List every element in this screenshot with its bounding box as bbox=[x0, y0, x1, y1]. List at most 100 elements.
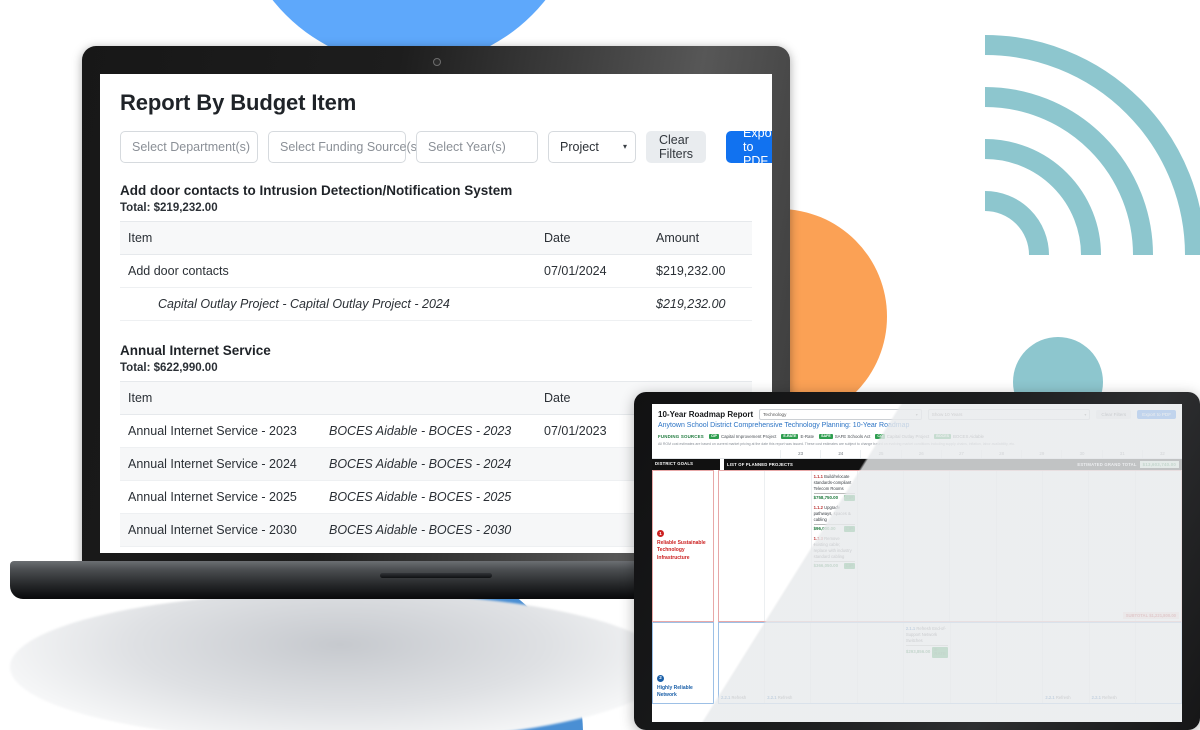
roadmap-goal-rows: 1 Reliable Sustainable Technology Infrast… bbox=[652, 470, 1182, 705]
year-label: 32 bbox=[1141, 450, 1182, 458]
project-cost: $96,000.00 bbox=[813, 526, 836, 532]
cell-date bbox=[536, 447, 648, 481]
roadmap-section-bar: DISTRICT GOALS LIST OF PLANNED PROJECTS … bbox=[652, 458, 1182, 471]
year-cell[interactable] bbox=[810, 623, 856, 704]
funding-sources-legend: FUNDING SOURCES CIP Capital Improvement P… bbox=[652, 433, 1182, 443]
project-card[interactable]: 1.1.3 Remove existing cable; replace wit… bbox=[813, 536, 855, 570]
planned-projects-header: LIST OF PLANNED PROJECTS bbox=[727, 461, 793, 467]
cell-amount: $219,232.00 bbox=[648, 254, 752, 288]
scene: Report By Budget Item Select Department(… bbox=[0, 0, 1200, 730]
cell-date: 07/01/2023 bbox=[536, 414, 648, 448]
column-header-date[interactable]: Date bbox=[536, 221, 648, 255]
chevron-down-icon: ▾ bbox=[915, 412, 918, 417]
project-card[interactable]: 1.1.2 Upgrade pathways, spaces & cabling… bbox=[813, 505, 855, 533]
estimated-grand-total: ESTIMATED GRAND TOTAL $13,603,740.00 bbox=[1077, 460, 1179, 469]
funding-name: Capital Outlay Project bbox=[886, 433, 930, 439]
projects-grid-column: 2.2.1 Refresh 2.2.1 Refresh 2.1.1 Refresh … bbox=[718, 622, 1182, 705]
goal-number-badge: 1 bbox=[657, 530, 664, 538]
tablet-device: 10-Year Roadmap Report Technology ▾ Show… bbox=[634, 392, 1200, 730]
roadmap-subtitle: Anytown School District Comprehensive Te… bbox=[658, 422, 910, 429]
funding-name: Capital Improvement Project bbox=[720, 433, 777, 439]
project-cost-row: $366,050.00 CIP bbox=[813, 560, 855, 570]
year-cell[interactable]: 2.2.1 Refresh bbox=[719, 623, 764, 703]
project-funding-badge: CIP bbox=[843, 562, 855, 570]
grand-total-value: $13,603,740.00 bbox=[1139, 460, 1179, 469]
project-label[interactable]: 2.2.1 Refresh bbox=[1045, 695, 1070, 700]
grouping-select-value: Project bbox=[560, 140, 599, 154]
project-label[interactable]: 2.2.1 Refresh bbox=[767, 695, 792, 700]
year-cell[interactable]: 2.2.1 Refresh bbox=[1042, 623, 1088, 704]
roadmap-title: 10-Year Roadmap Report bbox=[658, 409, 754, 419]
year-cells: 23 24 25 26 27 28 29 30 31 32 bbox=[780, 450, 1182, 458]
year-label: 23 bbox=[780, 450, 820, 458]
laptop-shadow bbox=[10, 592, 670, 730]
year-axis-spacer bbox=[652, 450, 780, 458]
year-cell[interactable] bbox=[903, 471, 949, 622]
section-title: Annual Internet Service bbox=[120, 343, 271, 358]
legend-item: CIP Capital Improvement Project bbox=[708, 433, 777, 440]
funding-source-filter-input[interactable]: Select Funding Source(s) bbox=[268, 131, 421, 163]
department-filter-input[interactable]: Select Department(s) bbox=[120, 131, 258, 163]
column-header-item[interactable]: Item bbox=[120, 381, 536, 415]
cell-date: 07/01/2024 bbox=[536, 254, 648, 288]
cell-funding-source: BOCES Aidable - BOCES - 2023 bbox=[321, 414, 536, 448]
year-label: 26 bbox=[900, 450, 941, 458]
project-label[interactable]: 2.2.1 Refresh bbox=[721, 695, 746, 700]
project-cost: $293,856.00 bbox=[905, 649, 931, 655]
year-cell[interactable] bbox=[719, 471, 764, 621]
grouping-select[interactable]: Project ▾ bbox=[548, 131, 636, 163]
goal-subtotal: SUBTOTAL $1,221,800.00 bbox=[1122, 611, 1179, 620]
cell-amount: $219,232.00 bbox=[648, 287, 752, 321]
year-cell[interactable] bbox=[996, 623, 1042, 704]
year-cell[interactable] bbox=[1134, 471, 1181, 622]
year-filter-input[interactable]: Select Year(s) bbox=[416, 131, 538, 163]
cell-item: Annual Internet Service - 2025 bbox=[120, 480, 321, 514]
column-header-item[interactable]: Item bbox=[120, 221, 536, 255]
export-to-pdf-button[interactable]: Export to PDF bbox=[726, 126, 772, 168]
goal-card[interactable]: 2 Highly Reliable Network bbox=[652, 622, 714, 705]
project-cost: $366,050.00 bbox=[813, 563, 839, 569]
year-cell[interactable] bbox=[995, 471, 1042, 622]
year-label: 29 bbox=[1021, 450, 1061, 458]
roadmap-export-to-pdf-button[interactable]: Export to PDF bbox=[1137, 410, 1177, 419]
roadmap-range-select[interactable]: Show 10 Years ▾ bbox=[927, 409, 1091, 420]
year-label: 24 bbox=[820, 450, 860, 458]
cell-item: Annual Internet Service - 2024 bbox=[120, 447, 321, 481]
year-cell[interactable] bbox=[764, 471, 810, 622]
year-cell[interactable]: 1.1.1 Build/relocate standards-compliant… bbox=[810, 471, 857, 622]
project-funding-badge: E-RATE bbox=[932, 646, 948, 658]
project-card[interactable]: 1.1.1 Build/relocate standards-compliant… bbox=[813, 474, 855, 502]
year-cell[interactable]: 2.1.1 Refresh End-of-Support Network Swi… bbox=[902, 623, 950, 704]
year-cell[interactable] bbox=[949, 623, 996, 704]
table-row[interactable]: Add door contacts 07/01/2024 $219,232.00 bbox=[120, 254, 752, 288]
project-card[interactable]: 2.1.1 Refresh End-of-Support Network Swi… bbox=[905, 626, 948, 658]
tablet-body: 10-Year Roadmap Report Technology ▾ Show… bbox=[634, 392, 1200, 730]
year-cell[interactable] bbox=[1042, 471, 1088, 622]
year-cell[interactable]: 2.2.1 Refresh bbox=[764, 623, 810, 704]
column-header-amount[interactable]: Amount bbox=[648, 221, 752, 255]
project-funding-badge: CIP bbox=[843, 494, 855, 502]
project-text: 1.1.2 Upgrade pathways, spaces & cabling bbox=[813, 505, 851, 522]
funding-badge: CO bbox=[875, 433, 885, 440]
roadmap-clear-filters-button[interactable]: Clear Filters bbox=[1096, 410, 1132, 419]
roadmap-category-select[interactable]: Technology ▾ bbox=[759, 409, 922, 420]
year-cell[interactable] bbox=[856, 471, 903, 622]
year-cell[interactable] bbox=[1134, 623, 1181, 704]
table-row[interactable]: Capital Outlay Project - Capital Outlay … bbox=[120, 287, 752, 321]
project-text: 1.1.1 Build/relocate standards-compliant… bbox=[813, 474, 852, 491]
year-cell[interactable]: 2.2.1 Refresh bbox=[1088, 623, 1135, 704]
projects-grid: 1.1.1 Build/relocate standards-compliant… bbox=[718, 470, 1182, 623]
year-label: 30 bbox=[1061, 450, 1101, 458]
project-label[interactable]: 2.2.1 Refresh bbox=[1092, 695, 1117, 700]
year-cell[interactable] bbox=[1088, 471, 1134, 622]
clear-filters-button[interactable]: Clear Filters bbox=[646, 131, 707, 163]
year-cell[interactable] bbox=[949, 471, 995, 622]
goal-card[interactable]: 1 Reliable Sustainable Technology Infrast… bbox=[652, 470, 714, 623]
legend-item: BOCES BOCES Aidable bbox=[934, 433, 984, 440]
grand-total-label: ESTIMATED GRAND TOTAL bbox=[1077, 461, 1137, 467]
column-header-date[interactable]: Date bbox=[536, 381, 648, 415]
year-label: 28 bbox=[981, 450, 1021, 458]
cell-date bbox=[536, 480, 648, 514]
year-cell[interactable] bbox=[856, 623, 903, 704]
